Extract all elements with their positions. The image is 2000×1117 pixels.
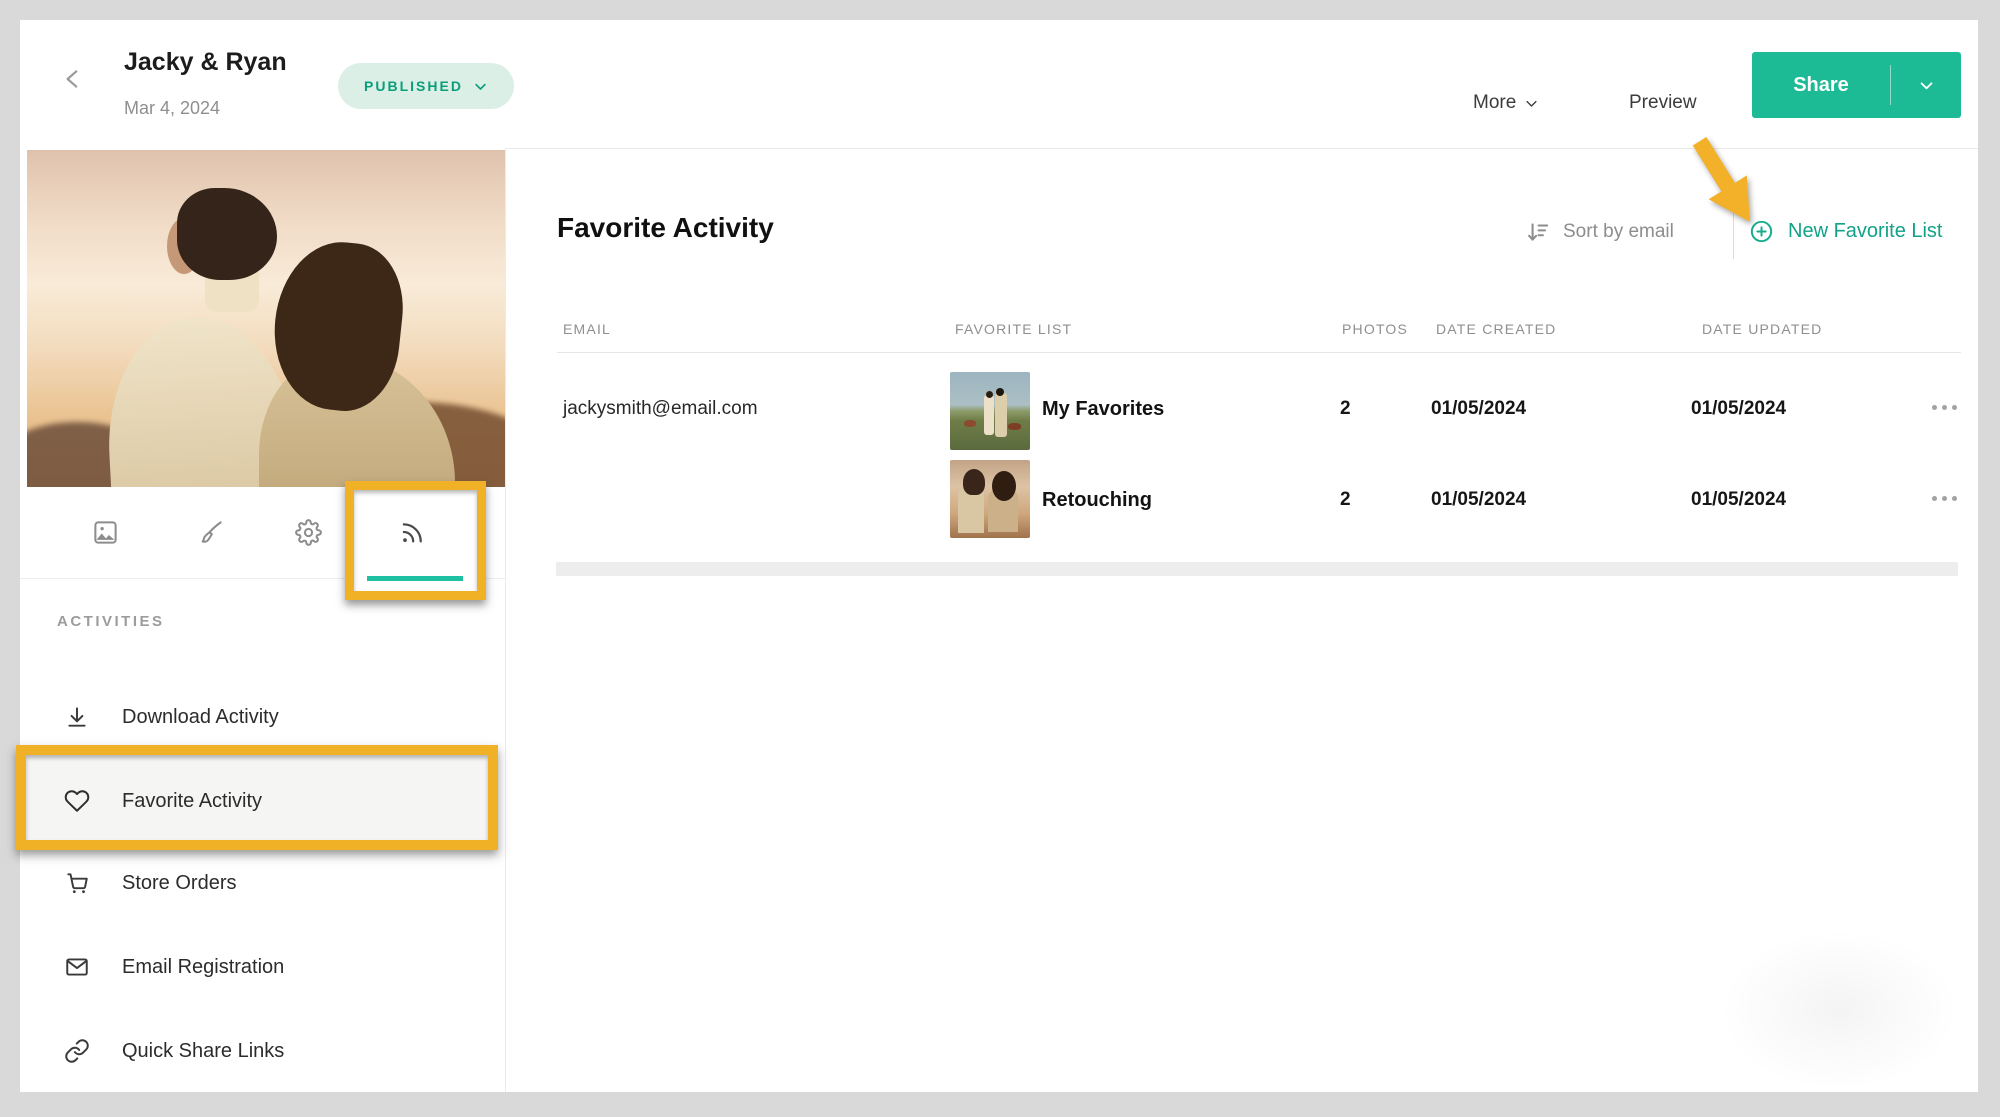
- cover-photo: [27, 150, 505, 487]
- sort-descending-icon: [1525, 219, 1551, 245]
- app-window: Jacky & Ryan Mar 4, 2024 PUBLISHED More …: [16, 20, 1978, 1092]
- sort-by-email-control[interactable]: Sort by email: [1525, 219, 1674, 245]
- row-actions-ellipsis-icon[interactable]: [1932, 496, 1957, 501]
- annotation-arrow: [1680, 132, 1770, 232]
- share-dropdown-chevron-icon[interactable]: [1891, 77, 1961, 94]
- page-title: Favorite Activity: [557, 212, 774, 243]
- cover-person1-hair: [177, 188, 277, 280]
- screenshot-stage: Jacky & Ryan Mar 4, 2024 PUBLISHED More …: [0, 0, 2000, 1117]
- brush-icon: [197, 519, 224, 546]
- table-row-email: jackysmith@email.com: [563, 398, 758, 419]
- sidebar: ACTIVITIES Download Activity Favorite Ac…: [16, 148, 506, 1092]
- sidebar-item-store-orders[interactable]: Store Orders: [20, 850, 505, 916]
- thumb-person: [984, 395, 995, 436]
- sidebar-item-quick-share-links[interactable]: Quick Share Links: [20, 1018, 505, 1084]
- thumb-person: [994, 393, 1007, 438]
- row-actions-ellipsis-icon[interactable]: [1932, 405, 1957, 410]
- preview-label: Preview: [1629, 92, 1697, 113]
- thumb-cow: [1007, 423, 1021, 431]
- photos-count: 2: [1340, 489, 1351, 510]
- tab-design[interactable]: [187, 509, 233, 555]
- gear-icon: [294, 518, 322, 546]
- date-created: 01/05/2024: [1431, 489, 1527, 510]
- thumb-person-head: [996, 387, 1005, 396]
- rss-icon: [398, 518, 426, 546]
- column-header-date-updated: DATE UPDATED: [1702, 321, 1823, 337]
- favorite-list-thumbnail[interactable]: [950, 372, 1030, 450]
- table-bottom-scroll-track[interactable]: [556, 562, 1958, 576]
- sidebar-item-label: Favorite Activity: [122, 789, 263, 812]
- favorite-list-name[interactable]: My Favorites: [1042, 398, 1164, 421]
- sidebar-item-label: Quick Share Links: [122, 1039, 285, 1062]
- photos-count: 2: [1340, 398, 1351, 419]
- gallery-title: Jacky & Ryan: [124, 48, 287, 76]
- sidebar-item-label: Email Registration: [122, 955, 285, 978]
- sidebar-item-favorite-activity[interactable]: Favorite Activity: [20, 768, 505, 834]
- published-label: PUBLISHED: [364, 78, 463, 94]
- top-header: Jacky & Ryan Mar 4, 2024 PUBLISHED More …: [20, 20, 1978, 149]
- envelope-icon: [64, 954, 90, 980]
- sidebar-item-label: Download Activity: [122, 705, 279, 728]
- more-button[interactable]: More: [1473, 92, 1539, 114]
- bottom-right-shadow: [1720, 930, 1958, 1090]
- image-icon: [92, 519, 119, 546]
- thumb-person-head: [985, 390, 993, 398]
- chevron-down-icon: [1524, 96, 1539, 111]
- tab-photos[interactable]: [82, 509, 128, 555]
- chevron-down-icon: [473, 79, 488, 94]
- thumb-person-head: [962, 469, 985, 496]
- new-favorite-list-button[interactable]: New Favorite List: [1749, 219, 1943, 244]
- gallery-date: Mar 4, 2024: [124, 98, 221, 118]
- back-chevron-icon[interactable]: [60, 66, 86, 92]
- new-favorite-list-label: New Favorite List: [1788, 220, 1943, 242]
- tab-activity-highlighted[interactable]: [389, 509, 435, 555]
- cart-icon: [64, 870, 90, 896]
- share-label: Share: [1793, 73, 1849, 96]
- thumb-person-head: [991, 470, 1016, 501]
- heart-icon: [64, 788, 90, 814]
- sidebar-item-email-registration[interactable]: Email Registration: [20, 934, 505, 1000]
- active-tab-underline: [367, 576, 463, 581]
- thumb-cow: [964, 420, 977, 428]
- column-header-photos: PHOTOS: [1342, 321, 1409, 337]
- download-icon: [64, 704, 90, 730]
- column-header-favorite-list: FAVORITE LIST: [955, 321, 1073, 337]
- table-header-divider: [557, 352, 1961, 353]
- date-updated: 01/05/2024: [1691, 398, 1787, 419]
- favorite-list-thumbnail[interactable]: [950, 460, 1030, 538]
- activities-section-label: ACTIVITIES: [57, 613, 165, 630]
- published-status-badge[interactable]: PUBLISHED: [338, 63, 514, 109]
- column-header-date-created: DATE CREATED: [1436, 321, 1557, 337]
- date-created: 01/05/2024: [1431, 398, 1527, 419]
- tab-settings[interactable]: [285, 509, 331, 555]
- sidebar-item-download-activity[interactable]: Download Activity: [20, 684, 505, 750]
- sidebar-item-label: Store Orders: [122, 871, 237, 894]
- share-button[interactable]: Share: [1752, 52, 1961, 118]
- link-icon: [64, 1038, 90, 1064]
- favorite-list-name[interactable]: Retouching: [1042, 489, 1152, 512]
- more-label: More: [1473, 92, 1517, 113]
- preview-button[interactable]: Preview: [1629, 92, 1697, 114]
- column-header-email: EMAIL: [563, 321, 612, 337]
- date-updated: 01/05/2024: [1691, 489, 1787, 510]
- sort-label: Sort by email: [1563, 221, 1674, 242]
